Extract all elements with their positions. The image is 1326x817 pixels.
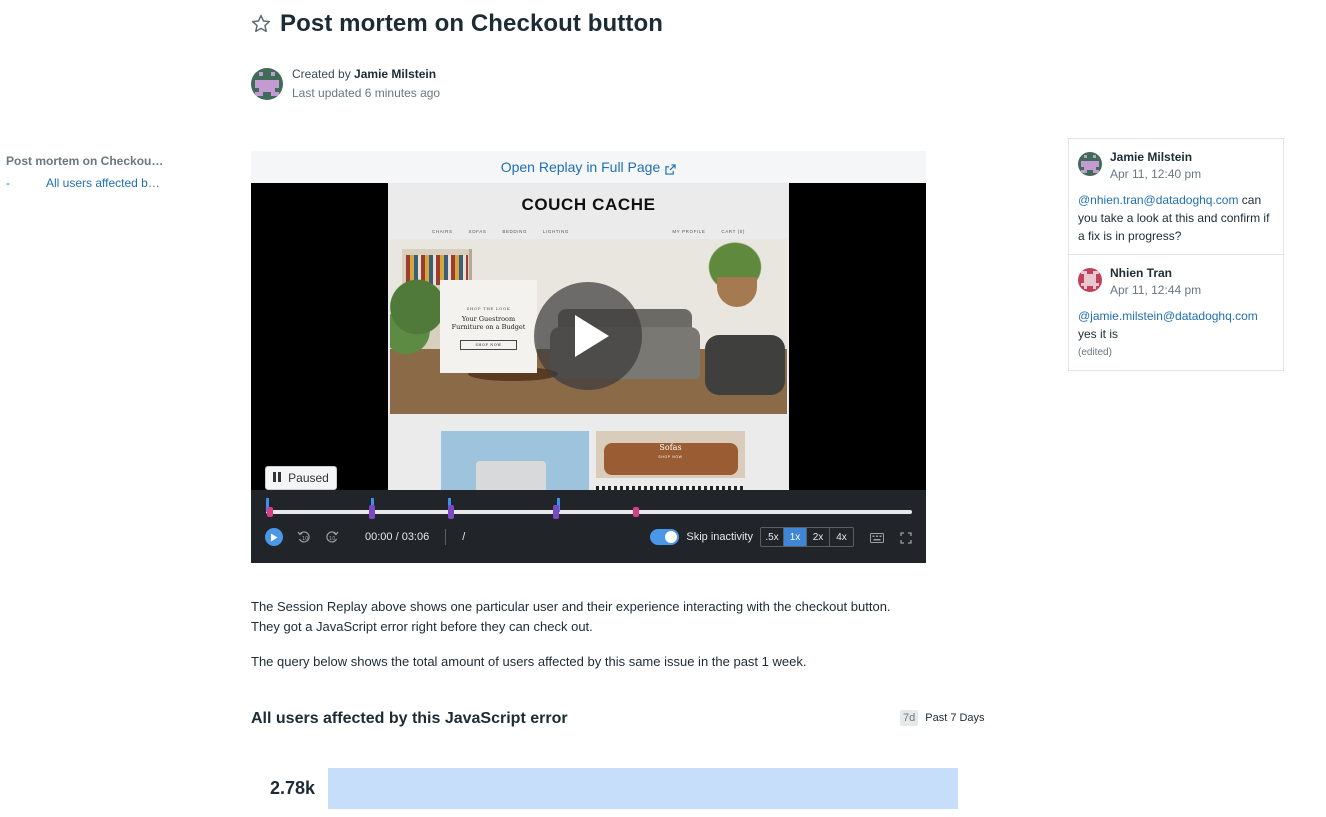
query-value: 2.78k bbox=[270, 778, 316, 798]
toc-link[interactable]: All users affected by this JavaScript er… bbox=[46, 176, 161, 190]
slash-text: / bbox=[462, 531, 466, 543]
session-replay-embed: Open Replay in Full Page COUCH CACHE CHA… bbox=[251, 151, 926, 563]
tile-title: Sofas bbox=[659, 443, 682, 452]
toc-item-widget[interactable]: - All users affected by this JavaScript … bbox=[6, 176, 166, 190]
widget-title: All users affected by this JavaScript er… bbox=[251, 710, 568, 727]
timeline-event[interactable] bbox=[369, 505, 375, 519]
replay-player[interactable]: COUCH CACHE CHAIRS SOFAS BEDDING LIGHTIN… bbox=[251, 183, 926, 490]
site-brand: COUCH CACHE bbox=[521, 195, 656, 214]
open-replay-label[interactable]: Open Replay in Full Page bbox=[501, 159, 661, 175]
open-replay-link[interactable]: Open Replay in Full Page bbox=[251, 151, 926, 183]
skip-inactivity-label: Skip inactivity bbox=[686, 531, 753, 543]
time-range-label: Past 7 Days bbox=[925, 712, 985, 724]
comment-author: Jamie Milstein bbox=[1110, 150, 1193, 164]
site-nav-item: MY PROFILE bbox=[672, 229, 706, 234]
toc-dash: - bbox=[6, 176, 10, 190]
comment-date: Apr 11, 12:40 pm bbox=[1110, 167, 1202, 181]
edited-label: (edited) bbox=[1078, 347, 1112, 358]
comment-body: @nhien.tran@datadoghq.com can you take a… bbox=[1078, 193, 1270, 243]
speed-selector: .5x 1x 2x 4x bbox=[760, 527, 854, 547]
paused-label: Paused bbox=[288, 471, 329, 485]
query-value-row: 2.78k bbox=[270, 768, 958, 809]
fullscreen-icon[interactable] bbox=[900, 531, 912, 544]
last-updated: Last updated 6 minutes ago bbox=[292, 86, 441, 100]
timeline-event[interactable] bbox=[553, 505, 559, 519]
commenter-avatar bbox=[1078, 268, 1102, 292]
paragraph-replay-description: The Session Replay above shows one parti… bbox=[251, 599, 891, 634]
author-avatar[interactable] bbox=[251, 68, 283, 100]
controls-row: 10 10 00:00 / 03:06 / Skip inactivity .5… bbox=[265, 526, 912, 548]
rewind-10-icon[interactable]: 10 bbox=[297, 530, 311, 544]
site-promo-card: SHOP THE LOOK Your Guestroom Furniture o… bbox=[440, 280, 537, 373]
comment[interactable]: Jamie Milstein Apr 11, 12:40 pm @nhien.t… bbox=[1069, 139, 1283, 254]
site-tile-image bbox=[441, 431, 589, 490]
replay-controls: 10 10 00:00 / 03:06 / Skip inactivity .5… bbox=[251, 490, 926, 563]
promo-heading: Your Guestroom Furniture on a Budget bbox=[451, 315, 526, 331]
page-title: Post mortem on Checkout button bbox=[280, 10, 663, 37]
pause-icon bbox=[273, 471, 282, 485]
speed-option[interactable]: 4x bbox=[830, 528, 853, 546]
promo-button: SHOP NOW bbox=[460, 340, 517, 350]
comment-date: Apr 11, 12:44 pm bbox=[1110, 283, 1202, 297]
site-nav-item: CART (0) bbox=[721, 229, 745, 234]
value-bar[interactable] bbox=[328, 768, 958, 809]
paragraph-query-description: The query below shows the total amount o… bbox=[251, 654, 807, 669]
site-nav-item: LIGHTING bbox=[542, 229, 569, 234]
mention-link[interactable]: @nhien.tran@datadoghq.com bbox=[1078, 193, 1238, 207]
star-icon[interactable] bbox=[250, 13, 272, 35]
svg-text:10: 10 bbox=[302, 536, 308, 542]
comments-panel: Jamie Milstein Apr 11, 12:40 pm @nhien.t… bbox=[1068, 138, 1284, 371]
replay-timeline[interactable] bbox=[266, 498, 912, 519]
big-play-icon[interactable] bbox=[534, 282, 642, 390]
author-name[interactable]: Jamie Milstein bbox=[354, 67, 436, 81]
author-block: Created by Jamie Milstein Last updated 6… bbox=[251, 65, 440, 103]
comment-author: Nhien Tran bbox=[1110, 266, 1173, 280]
time-range[interactable]: 7d Past 7 Days bbox=[900, 710, 985, 726]
comment-body: @jamie.milstein@datadoghq.com yes it is bbox=[1078, 309, 1258, 341]
site-nav-item: CHAIRS bbox=[432, 229, 453, 234]
site-nav-item: BEDDING bbox=[502, 229, 528, 234]
divider bbox=[445, 529, 447, 545]
comment[interactable]: Nhien Tran Apr 11, 12:44 pm @jamie.milst… bbox=[1069, 254, 1283, 370]
mention-link[interactable]: @jamie.milstein@datadoghq.com bbox=[1078, 309, 1258, 323]
table-of-contents: Post mortem on Checkout button - All use… bbox=[6, 154, 166, 190]
site-tile-sofas: Sofas SHOP NOW bbox=[596, 431, 745, 478]
timeline-event[interactable] bbox=[448, 505, 454, 519]
time-range-badge: 7d bbox=[900, 710, 919, 726]
commenter-avatar bbox=[1078, 152, 1102, 176]
speed-option[interactable]: 2x bbox=[807, 528, 830, 546]
created-by: Created by Jamie Milstein bbox=[292, 67, 437, 81]
speed-option-active[interactable]: 1x bbox=[784, 528, 807, 546]
timeline-event[interactable] bbox=[267, 507, 273, 517]
play-button[interactable] bbox=[265, 528, 283, 546]
forward-10-icon[interactable]: 10 bbox=[325, 530, 339, 544]
svg-text:10: 10 bbox=[329, 536, 335, 542]
skip-inactivity-toggle[interactable] bbox=[650, 529, 680, 545]
toc-item-title[interactable]: Post mortem on Checkout button bbox=[6, 154, 164, 168]
author-meta: Created by Jamie Milstein Last updated 6… bbox=[292, 65, 440, 103]
paused-status: Paused bbox=[265, 466, 337, 490]
title-row: Post mortem on Checkout button bbox=[250, 10, 663, 38]
promo-kicker: SHOP THE LOOK bbox=[466, 306, 511, 311]
timeline-event[interactable] bbox=[633, 507, 639, 517]
site-nav: CHAIRS SOFAS BEDDING LIGHTING MY PROFILE… bbox=[432, 229, 745, 234]
time-readout: 00:00 / 03:06 bbox=[365, 531, 430, 543]
external-link-icon bbox=[665, 162, 676, 175]
speed-option[interactable]: .5x bbox=[761, 528, 784, 546]
keyboard-icon[interactable] bbox=[870, 531, 884, 543]
tile-sub: SHOP NOW bbox=[658, 455, 683, 459]
site-nav-item: SOFAS bbox=[468, 229, 487, 234]
